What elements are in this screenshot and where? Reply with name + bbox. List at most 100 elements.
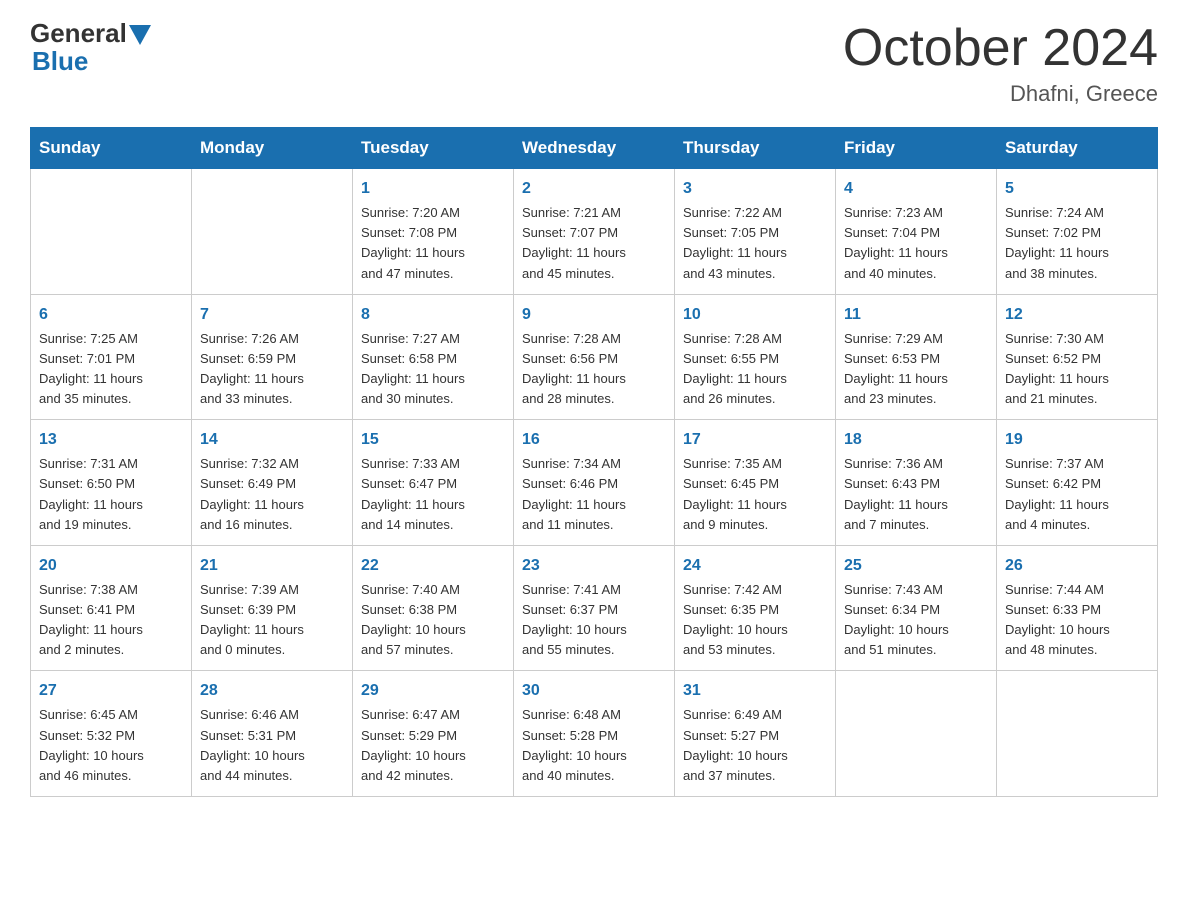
- table-row: 17Sunrise: 7:35 AMSunset: 6:45 PMDayligh…: [675, 420, 836, 546]
- day-number: 24: [683, 554, 827, 578]
- day-number: 9: [522, 303, 666, 327]
- table-row: 9Sunrise: 7:28 AMSunset: 6:56 PMDaylight…: [514, 294, 675, 420]
- header-saturday: Saturday: [997, 128, 1158, 169]
- table-row: 16Sunrise: 7:34 AMSunset: 6:46 PMDayligh…: [514, 420, 675, 546]
- day-number: 20: [39, 554, 183, 578]
- day-number: 4: [844, 177, 988, 201]
- table-row: 31Sunrise: 6:49 AMSunset: 5:27 PMDayligh…: [675, 671, 836, 797]
- day-info: Sunrise: 7:39 AMSunset: 6:39 PMDaylight:…: [200, 580, 344, 661]
- day-number: 16: [522, 428, 666, 452]
- day-info: Sunrise: 7:40 AMSunset: 6:38 PMDaylight:…: [361, 580, 505, 661]
- header-monday: Monday: [192, 128, 353, 169]
- day-number: 25: [844, 554, 988, 578]
- table-row: 26Sunrise: 7:44 AMSunset: 6:33 PMDayligh…: [997, 545, 1158, 671]
- table-row: 2Sunrise: 7:21 AMSunset: 7:07 PMDaylight…: [514, 169, 675, 295]
- day-number: 2: [522, 177, 666, 201]
- header-wednesday: Wednesday: [514, 128, 675, 169]
- table-row: 28Sunrise: 6:46 AMSunset: 5:31 PMDayligh…: [192, 671, 353, 797]
- calendar-header-row: Sunday Monday Tuesday Wednesday Thursday…: [31, 128, 1158, 169]
- header-sunday: Sunday: [31, 128, 192, 169]
- calendar-week-4: 20Sunrise: 7:38 AMSunset: 6:41 PMDayligh…: [31, 545, 1158, 671]
- table-row: 20Sunrise: 7:38 AMSunset: 6:41 PMDayligh…: [31, 545, 192, 671]
- day-info: Sunrise: 7:24 AMSunset: 7:02 PMDaylight:…: [1005, 203, 1149, 284]
- logo-general-text: General: [30, 20, 127, 46]
- header-friday: Friday: [836, 128, 997, 169]
- table-row: 7Sunrise: 7:26 AMSunset: 6:59 PMDaylight…: [192, 294, 353, 420]
- day-number: 21: [200, 554, 344, 578]
- day-info: Sunrise: 7:41 AMSunset: 6:37 PMDaylight:…: [522, 580, 666, 661]
- day-info: Sunrise: 7:21 AMSunset: 7:07 PMDaylight:…: [522, 203, 666, 284]
- day-number: 10: [683, 303, 827, 327]
- day-info: Sunrise: 7:36 AMSunset: 6:43 PMDaylight:…: [844, 454, 988, 535]
- day-info: Sunrise: 7:44 AMSunset: 6:33 PMDaylight:…: [1005, 580, 1149, 661]
- table-row: 22Sunrise: 7:40 AMSunset: 6:38 PMDayligh…: [353, 545, 514, 671]
- table-row: 30Sunrise: 6:48 AMSunset: 5:28 PMDayligh…: [514, 671, 675, 797]
- day-info: Sunrise: 6:47 AMSunset: 5:29 PMDaylight:…: [361, 705, 505, 786]
- day-info: Sunrise: 6:48 AMSunset: 5:28 PMDaylight:…: [522, 705, 666, 786]
- day-info: Sunrise: 7:34 AMSunset: 6:46 PMDaylight:…: [522, 454, 666, 535]
- day-info: Sunrise: 7:29 AMSunset: 6:53 PMDaylight:…: [844, 329, 988, 410]
- day-info: Sunrise: 7:37 AMSunset: 6:42 PMDaylight:…: [1005, 454, 1149, 535]
- table-row: 23Sunrise: 7:41 AMSunset: 6:37 PMDayligh…: [514, 545, 675, 671]
- day-number: 23: [522, 554, 666, 578]
- day-number: 13: [39, 428, 183, 452]
- table-row: 11Sunrise: 7:29 AMSunset: 6:53 PMDayligh…: [836, 294, 997, 420]
- title-block: October 2024 Dhafni, Greece: [843, 20, 1158, 107]
- day-info: Sunrise: 7:26 AMSunset: 6:59 PMDaylight:…: [200, 329, 344, 410]
- logo: General Blue: [30, 20, 151, 77]
- day-number: 27: [39, 679, 183, 703]
- month-title: October 2024: [843, 20, 1158, 77]
- day-number: 12: [1005, 303, 1149, 327]
- logo-triangle-icon: [129, 25, 151, 45]
- table-row: [997, 671, 1158, 797]
- table-row: 1Sunrise: 7:20 AMSunset: 7:08 PMDaylight…: [353, 169, 514, 295]
- day-info: Sunrise: 7:30 AMSunset: 6:52 PMDaylight:…: [1005, 329, 1149, 410]
- header-tuesday: Tuesday: [353, 128, 514, 169]
- day-info: Sunrise: 7:25 AMSunset: 7:01 PMDaylight:…: [39, 329, 183, 410]
- day-number: 6: [39, 303, 183, 327]
- day-info: Sunrise: 7:20 AMSunset: 7:08 PMDaylight:…: [361, 203, 505, 284]
- table-row: [31, 169, 192, 295]
- day-info: Sunrise: 6:45 AMSunset: 5:32 PMDaylight:…: [39, 705, 183, 786]
- day-number: 3: [683, 177, 827, 201]
- day-info: Sunrise: 7:27 AMSunset: 6:58 PMDaylight:…: [361, 329, 505, 410]
- day-info: Sunrise: 7:33 AMSunset: 6:47 PMDaylight:…: [361, 454, 505, 535]
- day-number: 14: [200, 428, 344, 452]
- day-info: Sunrise: 7:43 AMSunset: 6:34 PMDaylight:…: [844, 580, 988, 661]
- table-row: [836, 671, 997, 797]
- table-row: 21Sunrise: 7:39 AMSunset: 6:39 PMDayligh…: [192, 545, 353, 671]
- day-number: 31: [683, 679, 827, 703]
- day-number: 28: [200, 679, 344, 703]
- day-number: 18: [844, 428, 988, 452]
- table-row: 24Sunrise: 7:42 AMSunset: 6:35 PMDayligh…: [675, 545, 836, 671]
- location-text: Dhafni, Greece: [843, 81, 1158, 107]
- day-info: Sunrise: 7:23 AMSunset: 7:04 PMDaylight:…: [844, 203, 988, 284]
- table-row: 4Sunrise: 7:23 AMSunset: 7:04 PMDaylight…: [836, 169, 997, 295]
- calendar-week-1: 1Sunrise: 7:20 AMSunset: 7:08 PMDaylight…: [31, 169, 1158, 295]
- day-number: 29: [361, 679, 505, 703]
- table-row: 5Sunrise: 7:24 AMSunset: 7:02 PMDaylight…: [997, 169, 1158, 295]
- header-thursday: Thursday: [675, 128, 836, 169]
- day-number: 22: [361, 554, 505, 578]
- calendar-week-3: 13Sunrise: 7:31 AMSunset: 6:50 PMDayligh…: [31, 420, 1158, 546]
- table-row: 18Sunrise: 7:36 AMSunset: 6:43 PMDayligh…: [836, 420, 997, 546]
- calendar-table: Sunday Monday Tuesday Wednesday Thursday…: [30, 127, 1158, 797]
- table-row: 29Sunrise: 6:47 AMSunset: 5:29 PMDayligh…: [353, 671, 514, 797]
- calendar-week-5: 27Sunrise: 6:45 AMSunset: 5:32 PMDayligh…: [31, 671, 1158, 797]
- logo-blue-text: Blue: [32, 46, 151, 77]
- table-row: 25Sunrise: 7:43 AMSunset: 6:34 PMDayligh…: [836, 545, 997, 671]
- table-row: 27Sunrise: 6:45 AMSunset: 5:32 PMDayligh…: [31, 671, 192, 797]
- day-info: Sunrise: 7:28 AMSunset: 6:55 PMDaylight:…: [683, 329, 827, 410]
- table-row: 12Sunrise: 7:30 AMSunset: 6:52 PMDayligh…: [997, 294, 1158, 420]
- day-number: 30: [522, 679, 666, 703]
- day-info: Sunrise: 7:31 AMSunset: 6:50 PMDaylight:…: [39, 454, 183, 535]
- day-number: 17: [683, 428, 827, 452]
- day-info: Sunrise: 7:35 AMSunset: 6:45 PMDaylight:…: [683, 454, 827, 535]
- table-row: 6Sunrise: 7:25 AMSunset: 7:01 PMDaylight…: [31, 294, 192, 420]
- table-row: 14Sunrise: 7:32 AMSunset: 6:49 PMDayligh…: [192, 420, 353, 546]
- day-info: Sunrise: 7:38 AMSunset: 6:41 PMDaylight:…: [39, 580, 183, 661]
- day-info: Sunrise: 7:22 AMSunset: 7:05 PMDaylight:…: [683, 203, 827, 284]
- day-number: 7: [200, 303, 344, 327]
- day-info: Sunrise: 7:32 AMSunset: 6:49 PMDaylight:…: [200, 454, 344, 535]
- table-row: 19Sunrise: 7:37 AMSunset: 6:42 PMDayligh…: [997, 420, 1158, 546]
